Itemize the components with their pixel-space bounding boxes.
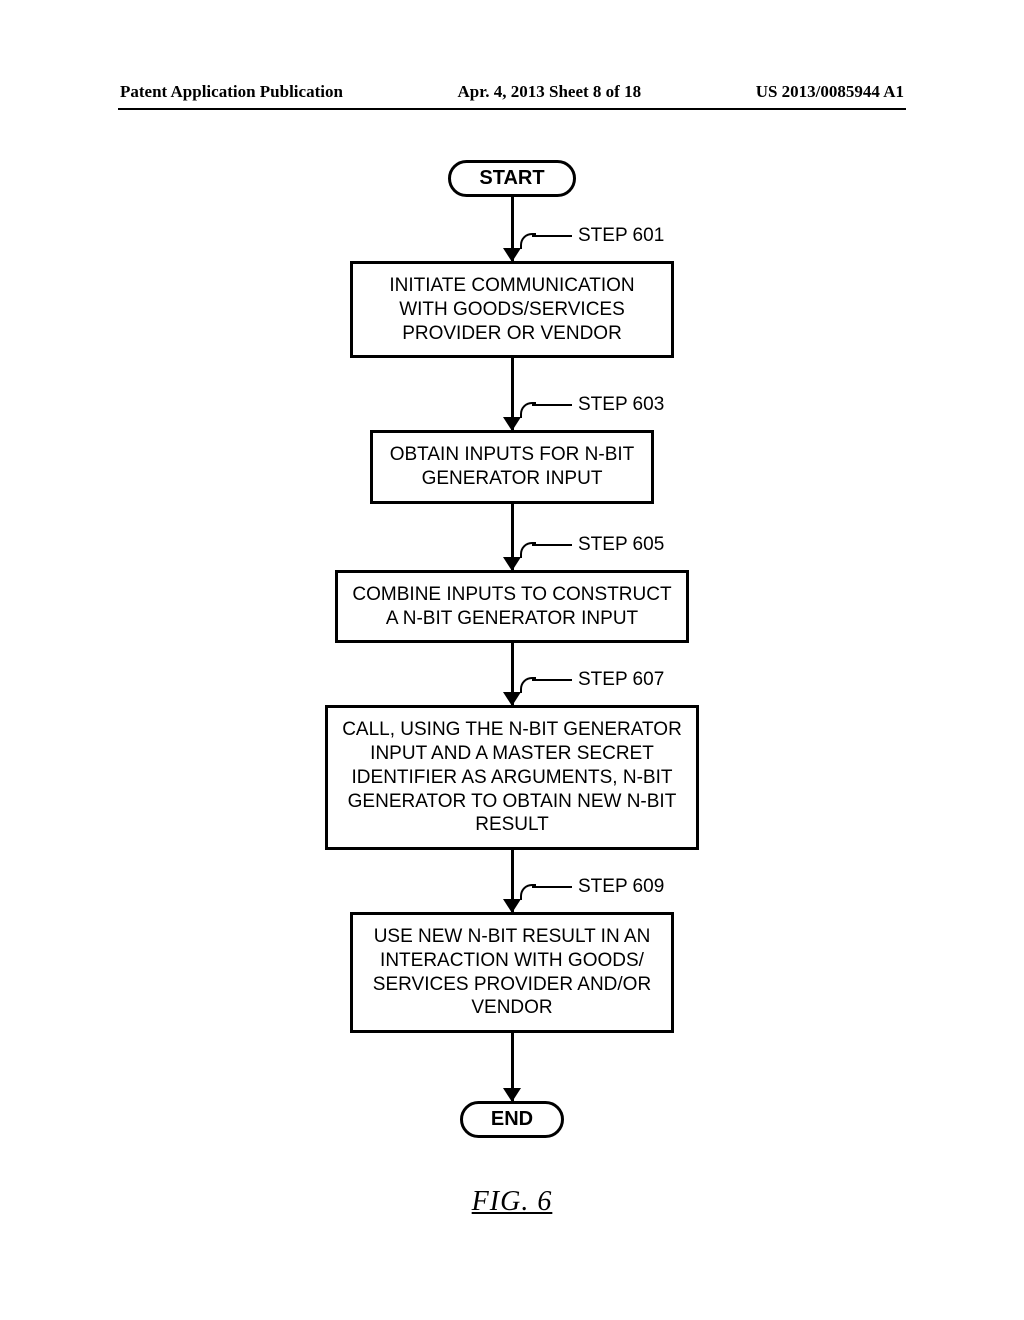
header-mid: Apr. 4, 2013 Sheet 8 of 18: [458, 82, 642, 102]
step-label: STEP 603: [578, 394, 664, 416]
step-label: STEP 609: [578, 876, 664, 898]
process-box: CALL, USING THE N-BIT GENERATOR INPUT AN…: [325, 705, 699, 850]
header-right: US 2013/0085944 A1: [756, 82, 904, 102]
arrow: STEP 601: [342, 197, 682, 261]
process-box: USE NEW N-BIT RESULT IN AN INTERACTION W…: [350, 912, 674, 1033]
arrow: STEP 603: [342, 358, 682, 430]
step-label: STEP 607: [578, 669, 664, 691]
step-label: STEP 601: [578, 225, 664, 247]
arrow: STEP 609: [342, 850, 682, 912]
process-box: INITIATE COMMUNICATION WITH GOODS/SERVIC…: [350, 261, 674, 358]
step-label: STEP 605: [578, 534, 664, 556]
patent-page: Patent Application Publication Apr. 4, 2…: [0, 0, 1024, 1320]
flowchart: START STEP 601 INITIATE COMMUNICATION WI…: [0, 160, 1024, 1218]
process-box: COMBINE INPUTS TO CONSTRUCT A N-BIT GENE…: [335, 570, 689, 644]
process-box: OBTAIN INPUTS FOR N-BIT GENERATOR INPUT: [370, 430, 654, 504]
header-rule: [118, 108, 906, 110]
arrow: STEP 607: [342, 643, 682, 705]
header-left: Patent Application Publication: [120, 82, 343, 102]
end-terminator: END: [460, 1101, 564, 1138]
start-terminator: START: [448, 160, 575, 197]
figure-label: FIG. 6: [472, 1186, 553, 1218]
arrow: [342, 1033, 682, 1101]
arrow: STEP 605: [342, 504, 682, 570]
page-header: Patent Application Publication Apr. 4, 2…: [120, 82, 904, 102]
